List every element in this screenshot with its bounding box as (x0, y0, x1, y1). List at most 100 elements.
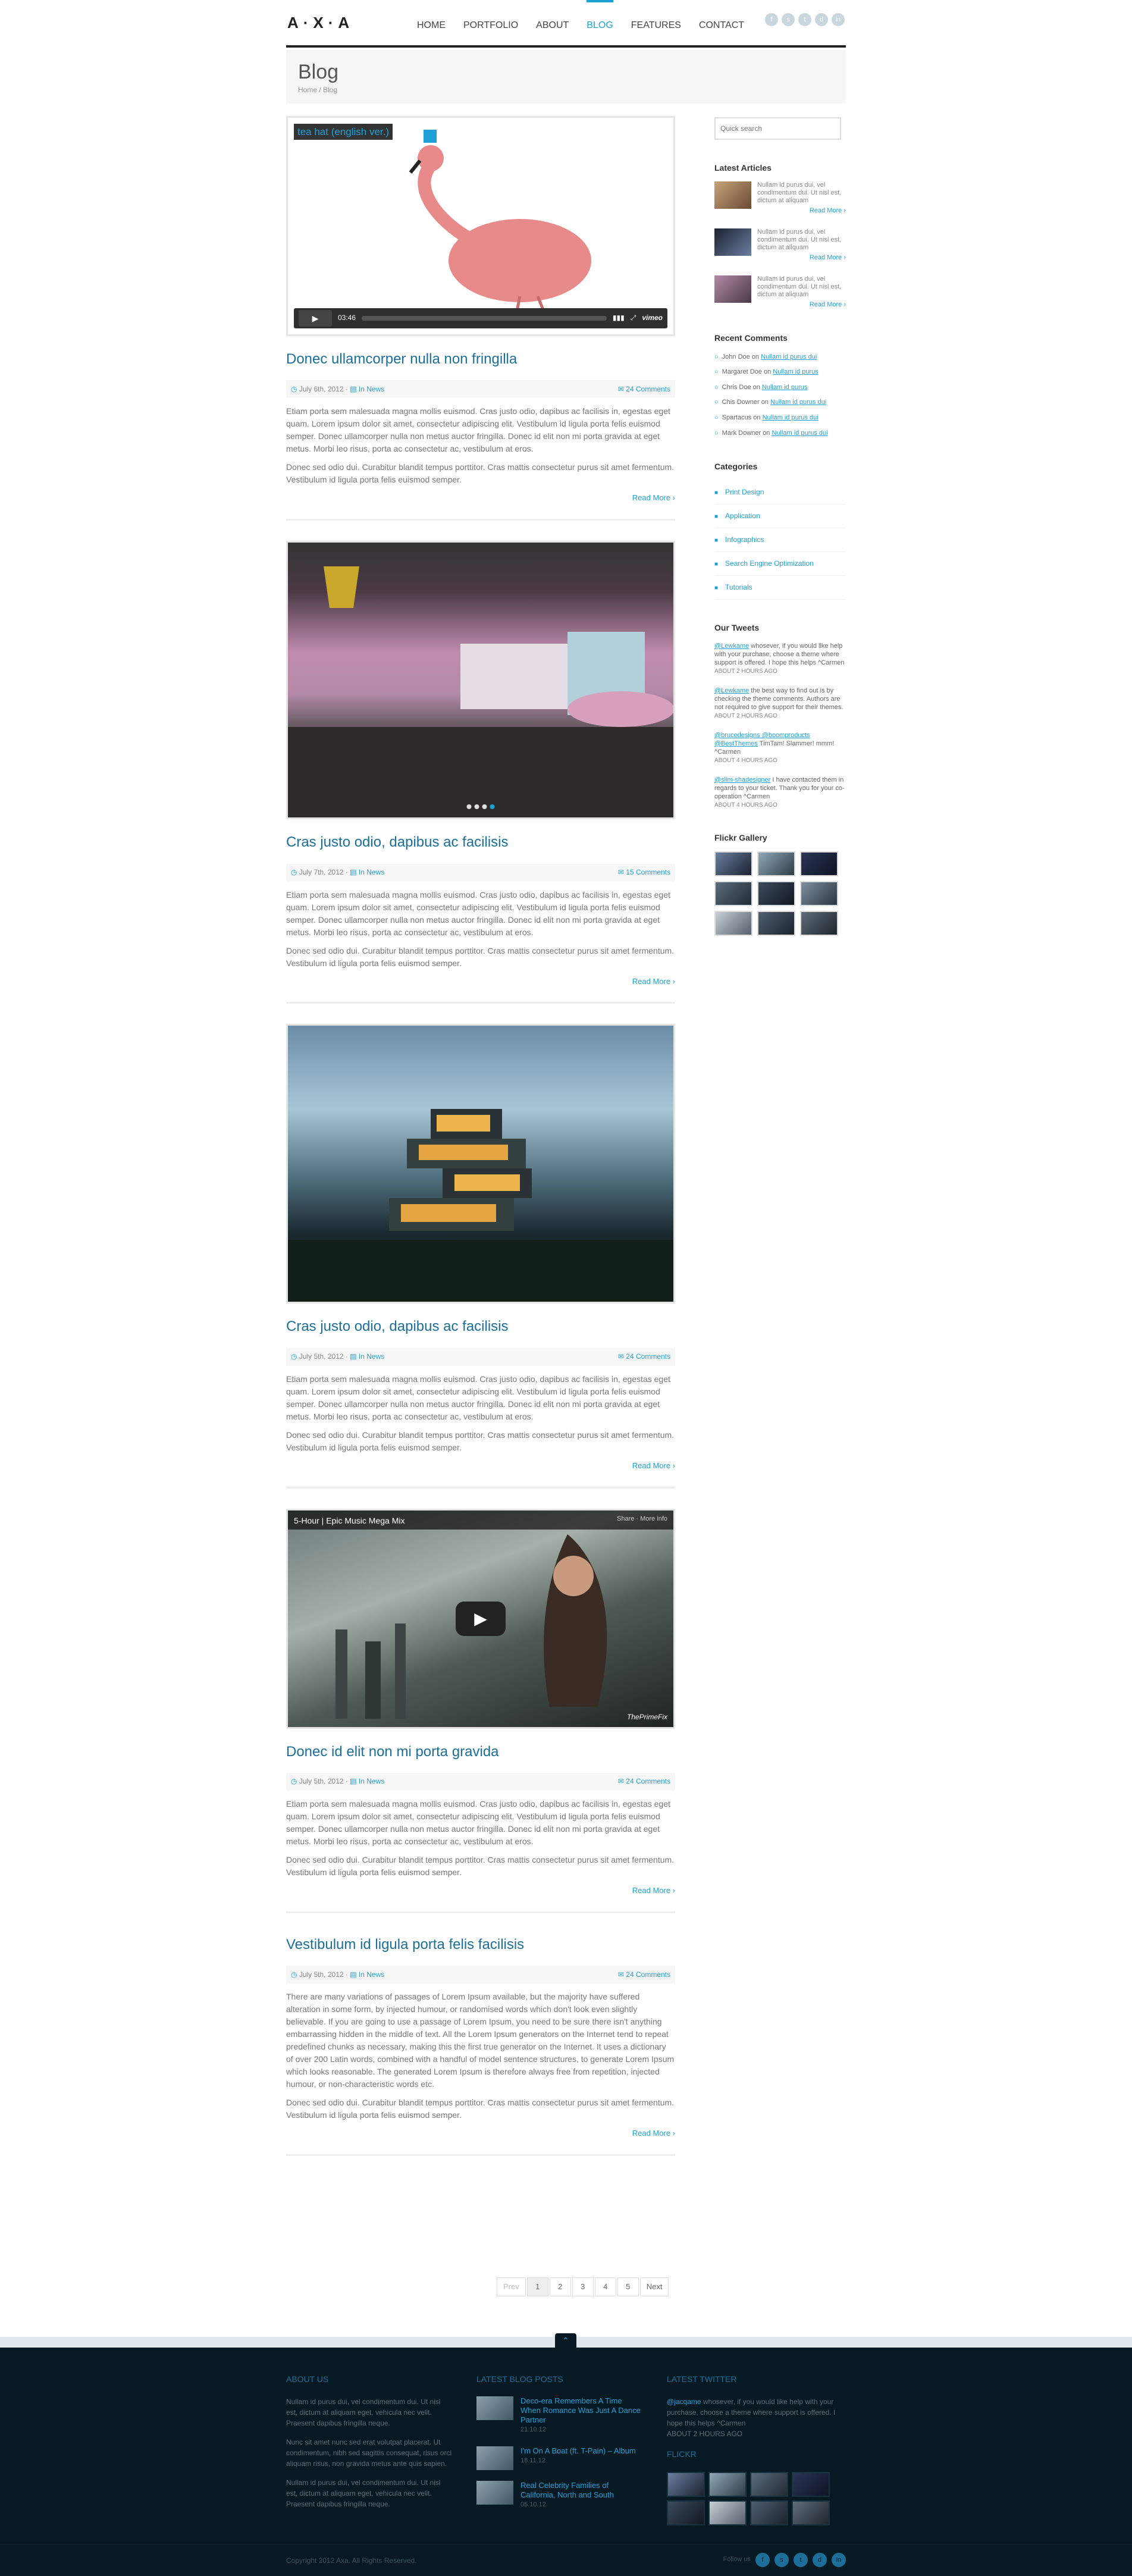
category-link[interactable]: ■ Print Design (714, 481, 846, 504)
flickr-thumbnail[interactable] (667, 2471, 705, 2497)
footer-blog-post[interactable]: Deco-era Remembers A Time When Romance W… (476, 2396, 643, 2436)
post-category[interactable]: In News (359, 1352, 384, 1361)
flickr-thumbnail[interactable] (792, 2471, 830, 2497)
post-title[interactable]: Donec id elit non mi porta gravida (286, 1741, 675, 1763)
flickr-thumbnail[interactable] (800, 911, 838, 936)
scroll-top-icon[interactable]: ⌃ (555, 2333, 576, 2348)
post-image[interactable] (286, 1024, 675, 1304)
pagination-prev[interactable]: Prev (497, 2277, 526, 2296)
footer-blog-post[interactable]: Real Celebrity Families of California, N… (476, 2480, 643, 2511)
pagination-page[interactable]: 5 (617, 2277, 639, 2296)
latest-article[interactable]: Nullam id purus dui, vel condimentum dui… (714, 228, 846, 264)
slider-dot-active[interactable] (490, 804, 495, 810)
dribbble-icon[interactable]: d (813, 2553, 827, 2567)
latest-article[interactable]: Nullam id purus dui, vel condimentum dui… (714, 275, 846, 311)
nav-portfolio[interactable]: PORTFOLIO (463, 0, 518, 45)
category-link[interactable]: ■ Infographics (714, 528, 846, 553)
article-thumbnail[interactable] (714, 181, 751, 209)
nav-blog[interactable]: BLOG (587, 0, 613, 45)
flickr-thumbnail[interactable] (800, 851, 838, 877)
category-link[interactable]: ■ Application (714, 504, 846, 528)
quick-search-input[interactable] (714, 117, 841, 140)
post-category[interactable]: In News (359, 1970, 384, 1979)
comment-post-link[interactable]: Nullam id purus dui (763, 414, 819, 421)
comment-post-link[interactable]: Nullam id purus dui (761, 353, 817, 361)
vimeo-logo[interactable]: vimeo (642, 312, 663, 324)
slider-dot[interactable] (482, 804, 487, 810)
dribbble-icon[interactable]: d (815, 13, 828, 26)
skype-icon[interactable]: s (774, 2553, 789, 2567)
footer-tweet-handle[interactable]: @jacqame (667, 2398, 701, 2406)
comment-post-link[interactable]: Nullam id purus dui (770, 399, 826, 406)
footer-post-thumbnail[interactable] (476, 2446, 513, 2470)
linkedin-icon[interactable]: in (832, 2553, 846, 2567)
footer-post-thumbnail[interactable] (476, 2396, 513, 2421)
read-more-link[interactable]: Read More › (286, 976, 675, 988)
flickr-thumbnail[interactable] (750, 2471, 788, 2497)
post-category[interactable]: In News (359, 1777, 384, 1785)
flickr-thumbnail[interactable] (757, 911, 795, 936)
slider-dot[interactable] (474, 804, 479, 810)
flickr-thumbnail[interactable] (714, 881, 752, 907)
flickr-thumbnail[interactable] (708, 2471, 747, 2497)
post-comments-link[interactable]: ✉ 24 Comments (618, 1776, 670, 1787)
flickr-thumbnail[interactable] (757, 851, 795, 877)
flickr-thumbnail[interactable] (792, 2500, 830, 2525)
tweet-handle[interactable]: @Lewkame (714, 643, 749, 650)
flickr-thumbnail[interactable] (750, 2500, 788, 2525)
category-link[interactable]: ■ Tutorials (714, 576, 846, 600)
pagination-next[interactable]: Next (639, 2277, 669, 2296)
post-comments-link[interactable]: ✉ 15 Comments (618, 867, 670, 878)
article-thumbnail[interactable] (714, 275, 751, 303)
play-button[interactable]: ▶ (299, 310, 332, 327)
post-comments-link[interactable]: ✉ 24 Comments (618, 1969, 670, 1980)
tweet-handle[interactable]: @Lewkame (714, 687, 749, 694)
youtube-actions[interactable]: Share · More info (617, 1514, 667, 1526)
pagination-page[interactable]: 4 (594, 2277, 616, 2296)
article-read-more[interactable]: Read More › (757, 206, 846, 217)
flickr-thumbnail[interactable] (800, 881, 838, 907)
video-title[interactable]: tea hat (english ver.) (294, 124, 393, 140)
read-more-link[interactable]: Read More › (286, 1460, 675, 1472)
flickr-thumbnail[interactable] (757, 881, 795, 907)
youtube-title[interactable]: 5-Hour | Epic Music Mega Mix (294, 1514, 404, 1526)
read-more-link[interactable]: Read More › (286, 1885, 675, 1897)
linkedin-icon[interactable]: in (832, 13, 845, 26)
image-slider[interactable] (286, 541, 675, 820)
category-link[interactable]: ■ Search Engine Optimization (714, 552, 846, 576)
latest-article[interactable]: Nullam id purus dui, vel condimentum dui… (714, 181, 846, 217)
twitter-icon[interactable]: t (794, 2553, 808, 2567)
video-progress[interactable] (362, 316, 607, 321)
nav-features[interactable]: FEATURES (631, 0, 681, 45)
fullscreen-icon[interactable]: ⤢ (631, 312, 636, 324)
tweet-handle[interactable]: @slim-shadesigner (714, 776, 770, 784)
footer-post-title[interactable]: Deco-era Remembers A Time When Romance W… (520, 2396, 643, 2425)
footer-blog-post[interactable]: I'm On A Boat (ft. T-Pain) – Album 18.11.… (476, 2446, 643, 2470)
nav-about[interactable]: ABOUT (536, 0, 569, 45)
footer-post-title[interactable]: Real Celebrity Families of California, N… (520, 2481, 643, 2500)
pagination-page[interactable]: 2 (549, 2277, 571, 2296)
vimeo-player[interactable]: tea hat (english ver.) ▶ 03:46 ▮▮▮ ⤢ vim… (286, 116, 675, 336)
post-title[interactable]: Donec ullamcorper nulla non fringilla (286, 348, 675, 371)
nav-home[interactable]: HOME (417, 0, 446, 45)
footer-post-thumbnail[interactable] (476, 2480, 513, 2505)
facebook-icon[interactable]: f (765, 13, 778, 26)
flickr-thumbnail[interactable] (667, 2500, 705, 2525)
post-category[interactable]: In News (359, 385, 384, 393)
post-title[interactable]: Cras justo odio, dapibus ac facilisis (286, 831, 675, 854)
play-button[interactable]: ▶ (456, 1601, 506, 1636)
pagination-page[interactable]: 3 (572, 2277, 594, 2296)
facebook-icon[interactable]: f (755, 2553, 770, 2567)
comment-post-link[interactable]: Nullam id purus (773, 368, 818, 375)
article-read-more[interactable]: Read More › (757, 253, 846, 264)
footer-post-title[interactable]: I'm On A Boat (ft. T-Pain) – Album (520, 2446, 636, 2456)
post-title[interactable]: Vestibulum id ligula porta felis facilis… (286, 1933, 675, 1956)
read-more-link[interactable]: Read More › (286, 2127, 675, 2140)
post-comments-link[interactable]: ✉ 24 Comments (618, 384, 670, 395)
post-category[interactable]: In News (359, 868, 384, 876)
flickr-thumbnail[interactable] (714, 851, 752, 877)
skype-icon[interactable]: s (782, 13, 795, 26)
post-comments-link[interactable]: ✉ 24 Comments (618, 1351, 670, 1362)
nav-contact[interactable]: CONTACT (699, 0, 744, 45)
read-more-link[interactable]: Read More › (286, 492, 675, 504)
